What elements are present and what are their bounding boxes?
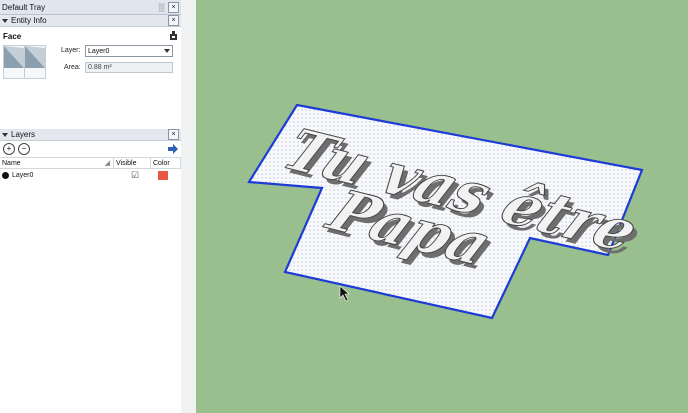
- collapse-arrow-icon[interactable]: [2, 132, 8, 137]
- collapse-arrow-icon[interactable]: [2, 18, 8, 23]
- layer-select-value: Layer0: [88, 47, 110, 55]
- layer-visible-checkbox[interactable]: ☑: [116, 170, 150, 181]
- material-back-swatch[interactable]: [24, 45, 46, 79]
- layers-header[interactable]: Layers ×: [0, 129, 181, 141]
- layer-select[interactable]: Layer0: [85, 45, 173, 57]
- details-arrow-icon[interactable]: [168, 144, 178, 154]
- entity-type-label: Face: [3, 31, 22, 41]
- model-canvas: Tu vas être Tu vas être Papa Papa: [247, 103, 654, 320]
- area-label: Area:: [64, 64, 81, 71]
- layer-label: Layer:: [61, 47, 81, 54]
- layers-title: Layers: [11, 130, 36, 139]
- column-color[interactable]: Color: [151, 158, 181, 168]
- entity-info-title: Entity Info: [11, 16, 47, 25]
- area-value: 0.88 m²: [85, 62, 173, 73]
- mouse-cursor-icon: [339, 285, 350, 302]
- sort-icon[interactable]: ◢: [105, 159, 110, 167]
- entity-info-header[interactable]: Entity Info ×: [0, 15, 181, 27]
- chevron-down-icon: [164, 49, 170, 53]
- layer-row[interactable]: Layer0 ☑: [0, 169, 181, 181]
- tray-close-button[interactable]: ×: [168, 1, 179, 13]
- default-tray: Default Tray ░ × Entity Info × Face Laye…: [0, 0, 182, 413]
- toggle-details-icon[interactable]: [169, 31, 178, 41]
- material-front-swatch[interactable]: [3, 45, 25, 79]
- pin-icon[interactable]: ░: [158, 3, 164, 12]
- column-visible[interactable]: Visible: [114, 158, 151, 168]
- active-layer-radio[interactable]: [2, 171, 9, 179]
- layers-column-header: Name ◢ Visible Color: [0, 157, 181, 169]
- column-name[interactable]: Name: [2, 160, 21, 167]
- layers-close-button[interactable]: ×: [168, 129, 179, 140]
- tray-title-bar: Default Tray ░ ×: [0, 0, 181, 15]
- model-viewport[interactable]: Tu vas être Tu vas être Papa Papa: [196, 0, 688, 413]
- tray-splitter[interactable]: [181, 0, 197, 413]
- remove-layer-button[interactable]: −: [18, 143, 30, 155]
- layer-name[interactable]: Layer0: [12, 172, 33, 179]
- layer-color-swatch[interactable]: [158, 170, 168, 180]
- add-layer-button[interactable]: +: [3, 143, 15, 155]
- entity-info-close-button[interactable]: ×: [168, 15, 179, 26]
- tray-title: Default Tray: [2, 2, 46, 12]
